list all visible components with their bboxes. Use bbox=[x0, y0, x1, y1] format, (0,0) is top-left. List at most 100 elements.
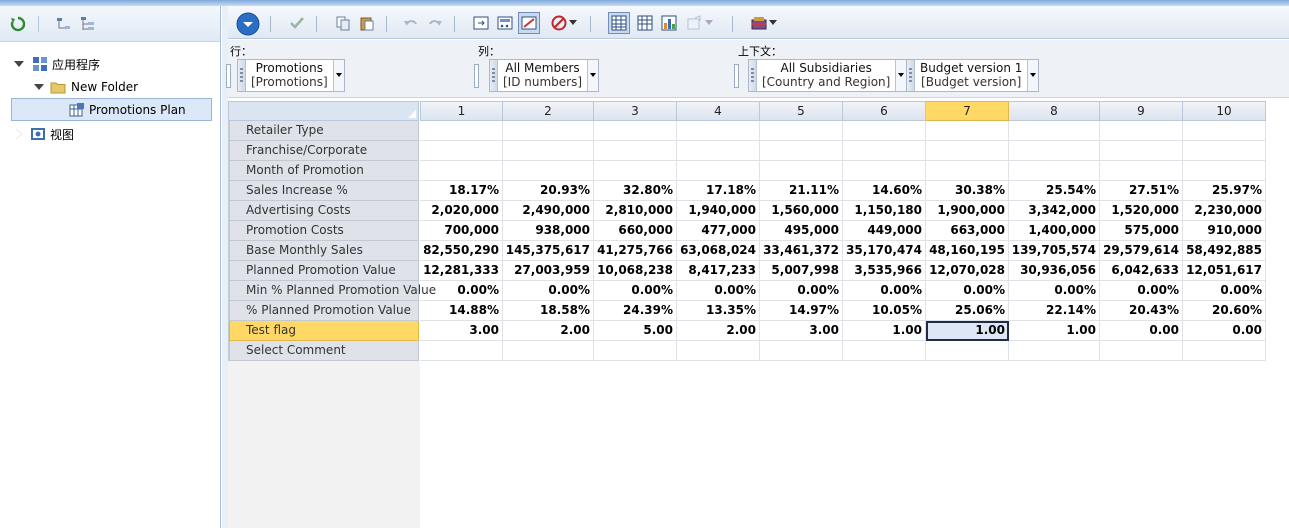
grid-cell[interactable] bbox=[420, 161, 503, 181]
grid-cell[interactable]: 449,000 bbox=[843, 221, 926, 241]
grid-cell[interactable]: 25.54% bbox=[1009, 181, 1100, 201]
grid-cell[interactable]: 0.00% bbox=[760, 281, 843, 301]
calculate-icon[interactable] bbox=[496, 14, 514, 32]
paste-icon[interactable] bbox=[358, 14, 376, 32]
grid-cell[interactable]: 8,417,233 bbox=[677, 261, 760, 281]
grid-cell[interactable]: 14.97% bbox=[760, 301, 843, 321]
drag-handle[interactable] bbox=[907, 60, 915, 91]
grid-cell[interactable]: 0.00% bbox=[420, 281, 503, 301]
redo-icon[interactable] bbox=[426, 14, 444, 32]
chevron-right-icon[interactable] bbox=[16, 129, 22, 139]
grid-cell[interactable] bbox=[1009, 141, 1100, 161]
menu-dropdown-button[interactable] bbox=[236, 12, 260, 36]
grid-cell[interactable]: 20.43% bbox=[1100, 301, 1183, 321]
grid-cell[interactable]: 20.93% bbox=[503, 181, 594, 201]
grid-cell[interactable]: 2,020,000 bbox=[420, 201, 503, 221]
grid-cell[interactable]: 1,940,000 bbox=[677, 201, 760, 221]
grid-cell[interactable]: 5.00 bbox=[594, 321, 677, 341]
row-header[interactable]: Month of Promotion bbox=[229, 161, 419, 181]
grid-cell[interactable]: 30,936,056 bbox=[1009, 261, 1100, 281]
grid-cell[interactable]: 18.58% bbox=[503, 301, 594, 321]
grid-cell[interactable] bbox=[843, 121, 926, 141]
grid-cell[interactable] bbox=[760, 161, 843, 181]
grid-cell[interactable] bbox=[677, 161, 760, 181]
chevron-down-icon[interactable] bbox=[587, 60, 599, 91]
grid-cell[interactable]: 3.00 bbox=[420, 321, 503, 341]
grid-cell[interactable]: 1.00 bbox=[926, 321, 1009, 341]
grid-cell[interactable]: 21.11% bbox=[760, 181, 843, 201]
grid-cell[interactable] bbox=[1183, 141, 1266, 161]
subsidiary-context-selector[interactable]: All Subsidiaries [Country and Region] bbox=[748, 59, 908, 92]
grid-cell[interactable]: 3.00 bbox=[760, 321, 843, 341]
grid-cell[interactable] bbox=[420, 141, 503, 161]
undo-icon[interactable] bbox=[402, 14, 420, 32]
grid-cell[interactable] bbox=[926, 121, 1009, 141]
grid-cell[interactable]: 27.51% bbox=[1100, 181, 1183, 201]
grid-cell[interactable]: 2.00 bbox=[677, 321, 760, 341]
grid-cell[interactable]: 2,230,000 bbox=[1183, 201, 1266, 221]
drag-handle[interactable] bbox=[238, 60, 246, 91]
chevron-down-icon[interactable] bbox=[14, 61, 24, 67]
column-header[interactable]: 3 bbox=[594, 101, 677, 121]
grid-cell[interactable]: 0.00% bbox=[677, 281, 760, 301]
grid-cell[interactable]: 10,068,238 bbox=[594, 261, 677, 281]
collapse-tree-icon[interactable] bbox=[56, 16, 72, 32]
grid-cell[interactable]: 25.97% bbox=[1183, 181, 1266, 201]
row-header[interactable]: Select Comment bbox=[229, 341, 419, 361]
grid-cell[interactable]: 1.00 bbox=[1009, 321, 1100, 341]
chevron-down-icon[interactable] bbox=[768, 14, 778, 32]
grid-cell[interactable] bbox=[1100, 161, 1183, 181]
drag-handle[interactable] bbox=[749, 60, 757, 91]
grid-cell[interactable]: 5,007,998 bbox=[760, 261, 843, 281]
drop-zone-handle[interactable] bbox=[734, 64, 739, 88]
grid-cell[interactable] bbox=[760, 341, 843, 361]
grid-cell[interactable] bbox=[1183, 161, 1266, 181]
grid-cell[interactable] bbox=[677, 141, 760, 161]
grid-cell[interactable]: 0.00% bbox=[926, 281, 1009, 301]
grid-cell[interactable]: 18.17% bbox=[420, 181, 503, 201]
grid-cell[interactable] bbox=[1009, 161, 1100, 181]
grid-cell[interactable]: 1,900,000 bbox=[926, 201, 1009, 221]
grid-cell[interactable]: 495,000 bbox=[760, 221, 843, 241]
grid-cell[interactable]: 24.39% bbox=[594, 301, 677, 321]
grid-cell[interactable] bbox=[503, 341, 594, 361]
grid-cell[interactable]: 27,003,959 bbox=[503, 261, 594, 281]
grid-cell[interactable]: 32.80% bbox=[594, 181, 677, 201]
grid-cell[interactable] bbox=[1100, 141, 1183, 161]
grid-cell[interactable] bbox=[503, 141, 594, 161]
chevron-down-icon[interactable] bbox=[895, 60, 907, 91]
grid-cell[interactable]: 29,579,614 bbox=[1100, 241, 1183, 261]
grid-cell[interactable]: 0.00 bbox=[1100, 321, 1183, 341]
grid-cell[interactable]: 25.06% bbox=[926, 301, 1009, 321]
grid-cell[interactable] bbox=[843, 161, 926, 181]
grid-cell[interactable] bbox=[1183, 121, 1266, 141]
grid-cell[interactable] bbox=[1100, 121, 1183, 141]
column-header[interactable]: 4 bbox=[677, 101, 760, 121]
grid-cell[interactable] bbox=[420, 341, 503, 361]
grid-cell[interactable]: 0.00% bbox=[843, 281, 926, 301]
grid-cell[interactable]: 22.14% bbox=[1009, 301, 1100, 321]
grid-cell[interactable]: 12,070,028 bbox=[926, 261, 1009, 281]
row-header[interactable]: Test flag bbox=[229, 321, 419, 341]
column-header[interactable]: 8 bbox=[1009, 101, 1100, 121]
grid-cell[interactable]: 1,400,000 bbox=[1009, 221, 1100, 241]
budget-version-selector[interactable]: Budget version 1 [Budget version] bbox=[906, 59, 1040, 92]
refresh-icon[interactable] bbox=[10, 16, 26, 32]
row-header[interactable]: Franchise/Corporate bbox=[229, 141, 419, 161]
grid-chart-view-icon[interactable] bbox=[636, 14, 654, 32]
grid-cell[interactable]: 30.38% bbox=[926, 181, 1009, 201]
row-dimension-selector[interactable]: Promotions [Promotions] bbox=[237, 59, 345, 92]
grid-cell[interactable]: 910,000 bbox=[1183, 221, 1266, 241]
grid-cell[interactable]: 660,000 bbox=[594, 221, 677, 241]
grid-cell[interactable]: 82,550,290 bbox=[420, 241, 503, 261]
export-icon[interactable] bbox=[686, 14, 704, 32]
grid-cell[interactable]: 938,000 bbox=[503, 221, 594, 241]
column-header[interactable]: 6 bbox=[843, 101, 926, 121]
grid-cell[interactable] bbox=[594, 161, 677, 181]
grid-view-button[interactable] bbox=[608, 12, 630, 34]
grid-cell[interactable]: 0.00% bbox=[1100, 281, 1183, 301]
drag-handle[interactable] bbox=[490, 60, 498, 91]
grid-cell[interactable]: 12,281,333 bbox=[420, 261, 503, 281]
chevron-down-icon[interactable] bbox=[332, 60, 344, 91]
grid-cell[interactable]: 700,000 bbox=[420, 221, 503, 241]
